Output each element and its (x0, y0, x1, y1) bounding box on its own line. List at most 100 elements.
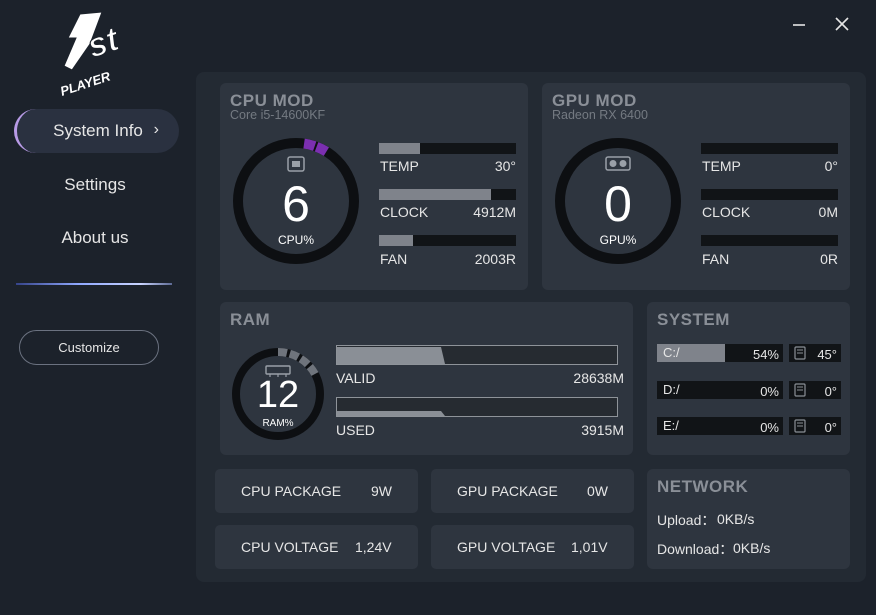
hard-drive-icon (794, 346, 806, 360)
gpu-fan-value: 0R (820, 251, 838, 267)
gpu-usage-label: GPU% (599, 233, 637, 247)
cpu-chip-icon (287, 156, 305, 172)
ram-valid-label: VALID (336, 370, 376, 386)
gpu-voltage-label: GPU VOLTAGE (457, 539, 556, 555)
gpu-voltage-box: GPU VOLTAGE 1,01V (431, 525, 634, 569)
cpu-clock-bar-fill (379, 189, 492, 200)
drive-temp: 0° (824, 420, 837, 435)
drive-usage-bar: E:/ 0% (657, 417, 783, 435)
drive-temp: 45° (817, 347, 837, 362)
cpu-temp-label: TEMP (380, 158, 419, 174)
gpu-temp-value: 0° (824, 158, 838, 174)
cpu-temp-bar (379, 143, 516, 154)
gpu-card: GPU MOD Radeon RX 6400 0 GPU% TEMP 0° CL… (542, 83, 850, 290)
gpu-usage-gauge: 0 GPU% (552, 135, 684, 267)
gpu-card-icon (605, 156, 631, 171)
sidebar-item-system-info[interactable]: System Info › (14, 109, 179, 153)
ram-valid-bar (336, 345, 618, 365)
drive-name: D:/ (663, 382, 680, 397)
sidebar-divider (16, 283, 172, 285)
sidebar-item-label: Settings (64, 175, 126, 194)
network-card: NETWORK Upload： 0KB/s Download： 0KB/s (647, 469, 850, 569)
upload-label: Upload： (657, 512, 716, 528)
drive-row-c: C:/ 54% 45° (657, 344, 847, 362)
drive-name: C:/ (663, 345, 680, 360)
minimize-button[interactable] (784, 10, 812, 38)
cpu-package-label: CPU PACKAGE (241, 483, 342, 499)
app-logo: st PLAYER (50, 8, 134, 99)
download-label: Download： (657, 541, 734, 557)
gpu-usage-value: 0 (604, 176, 632, 232)
gpu-clock-label: CLOCK (702, 204, 751, 220)
gpu-temp-bar (701, 143, 838, 154)
cpu-fan-bar-fill (379, 235, 414, 246)
gpu-clock-bar (701, 189, 838, 200)
hard-drive-icon (794, 419, 806, 433)
gpu-fan-bar (701, 235, 838, 246)
drive-usage-bar: C:/ 54% (657, 344, 783, 362)
ram-usage-value: 12 (256, 374, 300, 416)
gpu-temp-label: TEMP (702, 158, 741, 174)
drive-usage-bar: D:/ 0% (657, 381, 783, 399)
gpu-package-label: GPU PACKAGE (457, 483, 558, 499)
gpu-package-value: 0W (587, 483, 608, 499)
drive-temp-box: 0° (789, 381, 841, 399)
drive-usage: 0% (760, 420, 779, 435)
ram-usage-label: RAM% (262, 418, 294, 429)
cpu-package-value: 9W (371, 483, 392, 499)
cpu-temp-bar-fill (379, 143, 421, 154)
drive-usage: 54% (752, 347, 779, 362)
cpu-usage-gauge: 6 CPU% (230, 135, 362, 267)
cpu-temp-value: 30° (494, 158, 516, 174)
ram-usage-gauge: 12 RAM% (230, 346, 326, 442)
cpu-fan-value: 2003R (474, 251, 516, 267)
chevron-right-icon: › (153, 121, 159, 138)
sidebar-item-label: About us (61, 228, 129, 247)
system-title: SYSTEM (657, 310, 730, 329)
cpu-voltage-label: CPU VOLTAGE (241, 539, 339, 555)
cpu-clock-value: 4912M (473, 204, 516, 220)
sidebar-item-about-us[interactable]: About us (14, 216, 176, 260)
cpu-voltage-value: 1,24V (355, 539, 392, 555)
drive-temp-box: 0° (789, 417, 841, 435)
gpu-model: Radeon RX 6400 (552, 108, 648, 122)
svg-text:PLAYER: PLAYER (58, 68, 112, 98)
download-value: 0KB/s (733, 540, 771, 556)
upload-value: 0KB/s (717, 511, 755, 527)
gpu-clock-value: 0M (818, 204, 838, 220)
cpu-fan-bar (379, 235, 516, 246)
ram-title: RAM (230, 310, 271, 329)
ram-valid-value: 28638M (573, 370, 624, 386)
hard-drive-icon (794, 383, 806, 397)
system-card: SYSTEM C:/ 54% 45° D:/ 0% 0° E:/ 0% 0° (647, 302, 850, 455)
network-title: NETWORK (657, 477, 749, 496)
gpu-package-box: GPU PACKAGE 0W (431, 469, 634, 513)
minimize-icon (793, 24, 805, 26)
cpu-model: Core i5-14600KF (230, 108, 326, 122)
drive-temp-box: 45° (789, 344, 841, 362)
gpu-voltage-value: 1,01V (571, 539, 608, 555)
cpu-clock-label: CLOCK (380, 204, 429, 220)
cpu-usage-label: CPU% (277, 233, 314, 247)
svg-text:st: st (83, 20, 125, 66)
cpu-card: CPU MOD Core i5-14600KF 6 CPU% TEMP 30° … (220, 83, 528, 290)
ram-card: RAM 12 RAM% VALID 28638M USED 3915M (220, 302, 633, 455)
sidebar-item-label: System Info (53, 121, 143, 140)
drive-usage: 0% (760, 384, 779, 399)
close-button[interactable] (828, 10, 856, 38)
drive-name: E:/ (663, 418, 679, 433)
customize-button[interactable]: Customize (19, 330, 159, 365)
cpu-package-box: CPU PACKAGE 9W (215, 469, 418, 513)
sidebar-item-settings[interactable]: Settings (14, 163, 176, 207)
ram-used-label: USED (336, 422, 375, 438)
cpu-clock-bar (379, 189, 516, 200)
ram-used-value: 3915M (581, 422, 624, 438)
ram-used-bar (336, 397, 618, 417)
cpu-voltage-box: CPU VOLTAGE 1,24V (215, 525, 418, 569)
drive-temp: 0° (824, 384, 837, 399)
gpu-fan-label: FAN (702, 251, 730, 267)
cpu-usage-value: 6 (282, 176, 310, 232)
drive-row-d: D:/ 0% 0° (657, 381, 847, 399)
drive-row-e: E:/ 0% 0° (657, 417, 847, 435)
cpu-fan-label: FAN (380, 251, 408, 267)
